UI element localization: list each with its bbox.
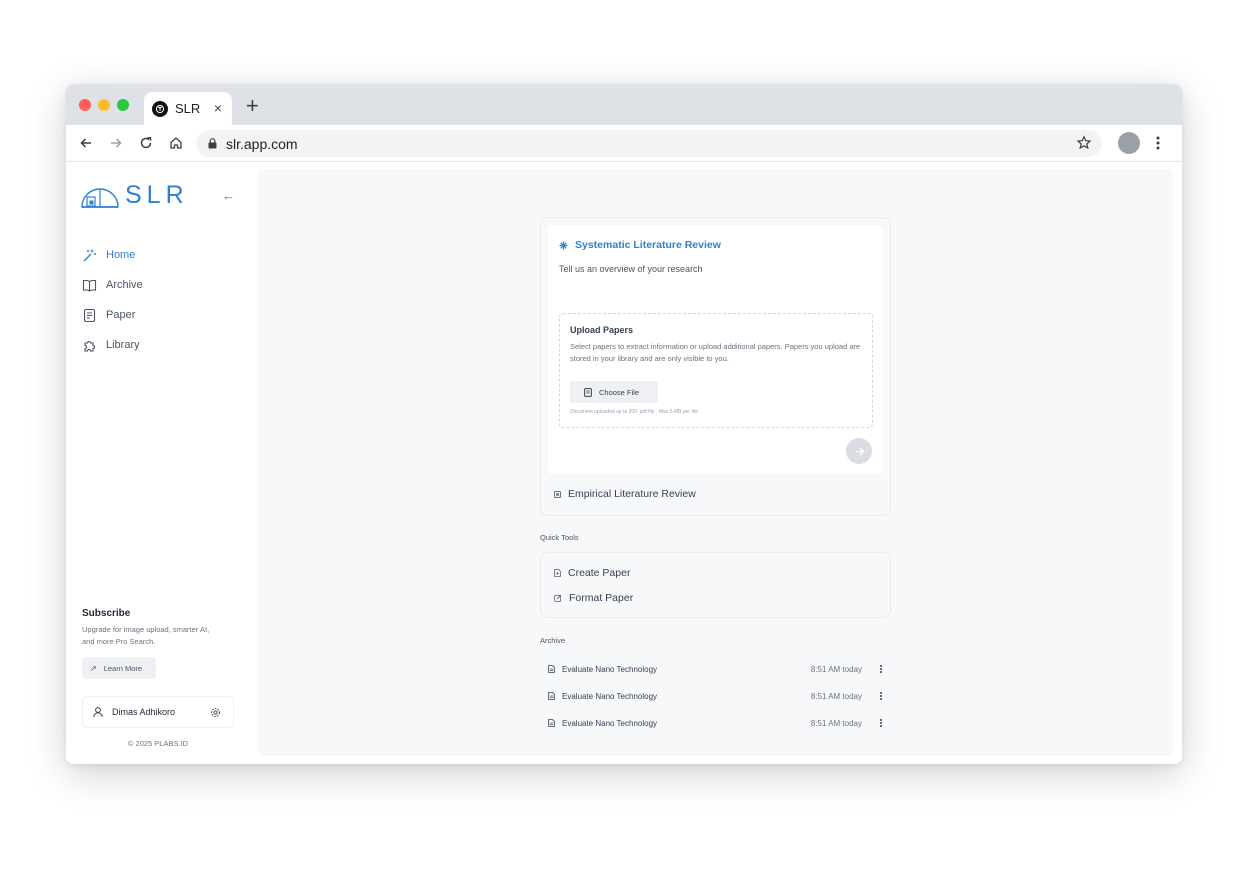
copyright-text: © 2025 PLABS.ID — [127, 739, 189, 748]
empirical-review-option[interactable]: Empirical Literature Review — [554, 488, 696, 500]
archive-row[interactable]: Evaluate Nano Technology 8:51 AM today — [548, 716, 884, 730]
browser-toolbar: slr.app.com — [66, 125, 1182, 162]
document-icon — [548, 692, 555, 700]
format-paper-button[interactable]: Format Paper — [554, 592, 633, 604]
sidebar-item-home[interactable]: Home — [81, 240, 143, 270]
sidebar-item-archive[interactable]: Archive — [81, 270, 143, 300]
sidebar: SLR ← Home Archive Paper Library Subscri… — [66, 162, 256, 764]
archive-item-time: 8:51 AM today — [810, 718, 862, 728]
upload-dropzone[interactable]: Upload Papers Select papers to extract i… — [559, 313, 873, 428]
profile-avatar[interactable] — [1118, 132, 1140, 154]
more-options-icon[interactable] — [878, 691, 884, 701]
gear-icon[interactable] — [210, 707, 221, 718]
browser-menu-icon[interactable] — [1155, 134, 1161, 152]
layers-icon — [554, 490, 561, 498]
slr-title-text: Systematic Literature Review — [575, 239, 721, 251]
new-tab-button[interactable]: + — [246, 95, 259, 117]
url-text: slr.app.com — [226, 135, 298, 152]
close-window-button[interactable] — [79, 99, 91, 111]
book-open-icon — [81, 277, 98, 294]
create-paper-label: Create Paper — [568, 567, 631, 579]
user-profile[interactable]: Dimas Adhikoro — [82, 696, 234, 728]
tab-title: SLR — [175, 101, 201, 116]
lock-icon — [208, 138, 217, 149]
archive-item-title: Evaluate Nano Technology — [562, 664, 658, 674]
logo-text: SLR — [125, 181, 189, 209]
collapse-sidebar-icon[interactable]: ← — [222, 188, 235, 203]
more-options-icon[interactable] — [878, 718, 884, 728]
puzzle-icon — [81, 337, 98, 354]
browser-tab[interactable]: SLR × — [144, 92, 232, 125]
arrow-up-right-icon: ↗ — [90, 663, 97, 673]
slr-logo-icon — [81, 187, 119, 208]
sidebar-item-label: Library — [106, 339, 140, 351]
choose-file-label: Choose File — [599, 387, 640, 397]
edit-icon — [554, 594, 562, 602]
document-icon — [548, 665, 555, 673]
slr-title: Systematic Literature Review — [559, 239, 721, 251]
back-arrow-icon[interactable] — [77, 134, 95, 152]
subscribe-panel: Subscribe Upgrade for image upload, smar… — [82, 608, 242, 679]
empirical-review-label: Empirical Literature Review — [568, 488, 696, 500]
archive-row[interactable]: Evaluate Nano Technology 8:51 AM today — [548, 662, 884, 676]
choose-file-button[interactable]: Choose File — [570, 381, 658, 403]
document-icon — [81, 307, 98, 324]
sparkle-icon — [559, 241, 568, 249]
favicon-icon — [152, 100, 168, 117]
quick-tools-heading: Quick Tools — [540, 533, 579, 542]
main-panel: Systematic Literature Review Tell us an … — [257, 169, 1173, 756]
sidebar-item-label: Home — [106, 249, 136, 261]
archive-item-title: Evaluate Nano Technology — [562, 691, 658, 701]
archive-heading: Archive — [540, 636, 566, 645]
minimize-window-button[interactable] — [98, 99, 110, 111]
learn-more-label: Learn More — [103, 663, 143, 673]
slr-input-panel[interactable]: Systematic Literature Review Tell us an … — [548, 225, 883, 474]
subscribe-title: Subscribe — [82, 608, 131, 619]
sidebar-item-paper[interactable]: Paper — [81, 300, 143, 330]
archive-item-time: 8:51 AM today — [810, 664, 862, 674]
app-content: SLR ← Home Archive Paper Library Subscri… — [66, 162, 1182, 764]
home-icon[interactable] — [167, 134, 185, 152]
archive-row[interactable]: Evaluate Nano Technology 8:51 AM today — [548, 689, 884, 703]
format-paper-label: Format Paper — [569, 592, 634, 604]
subscribe-description-line: and more Pro Search. — [82, 637, 156, 646]
subscribe-description: Upgrade for image upload, smarter AI, an… — [82, 624, 242, 648]
app-logo[interactable]: SLR — [81, 181, 189, 210]
submit-arrow-button[interactable] — [846, 438, 872, 464]
subscribe-description-line: Upgrade for image upload, smarter AI, — [82, 625, 210, 634]
sidebar-item-library[interactable]: Library — [81, 330, 143, 360]
more-options-icon[interactable] — [878, 664, 884, 674]
upload-title: Upload Papers — [570, 325, 634, 335]
browser-window: SLR × + slr.app.com SLR ← Home Archive P… — [66, 84, 1182, 764]
forward-arrow-icon[interactable] — [107, 134, 125, 152]
learn-more-button[interactable]: ↗ Learn More — [82, 657, 156, 679]
create-paper-button[interactable]: Create Paper — [554, 567, 630, 579]
tab-close-icon[interactable]: × — [214, 100, 222, 116]
tab-bar: SLR × + — [66, 84, 1182, 125]
arrow-right-icon — [855, 447, 864, 455]
archive-item-title: Evaluate Nano Technology — [562, 718, 658, 728]
user-name: Dimas Adhikoro — [112, 707, 176, 717]
reload-icon[interactable] — [137, 134, 155, 152]
sidebar-item-label: Archive — [106, 279, 143, 291]
magic-wand-icon — [81, 247, 98, 264]
upload-description: Select papers to extract information or … — [570, 342, 861, 363]
upload-note: Document uploaded up to 200 .pdf file · … — [570, 409, 698, 415]
address-bar[interactable]: slr.app.com — [196, 130, 1102, 157]
archive-item-time: 8:51 AM today — [810, 691, 862, 701]
sidebar-item-label: Paper — [106, 309, 136, 321]
bookmark-star-icon[interactable] — [1076, 135, 1092, 151]
user-icon — [93, 707, 103, 718]
create-document-icon — [554, 569, 561, 577]
document-icon — [548, 719, 555, 727]
sidebar-nav: Home Archive Paper Library — [81, 240, 143, 360]
slr-card: Systematic Literature Review Tell us an … — [540, 217, 891, 516]
research-overview-input[interactable]: Tell us an overview of your research — [559, 264, 703, 274]
file-upload-icon — [584, 387, 592, 397]
quick-tools-card: Create Paper Format Paper — [540, 552, 891, 618]
maximize-window-button[interactable] — [117, 99, 129, 111]
